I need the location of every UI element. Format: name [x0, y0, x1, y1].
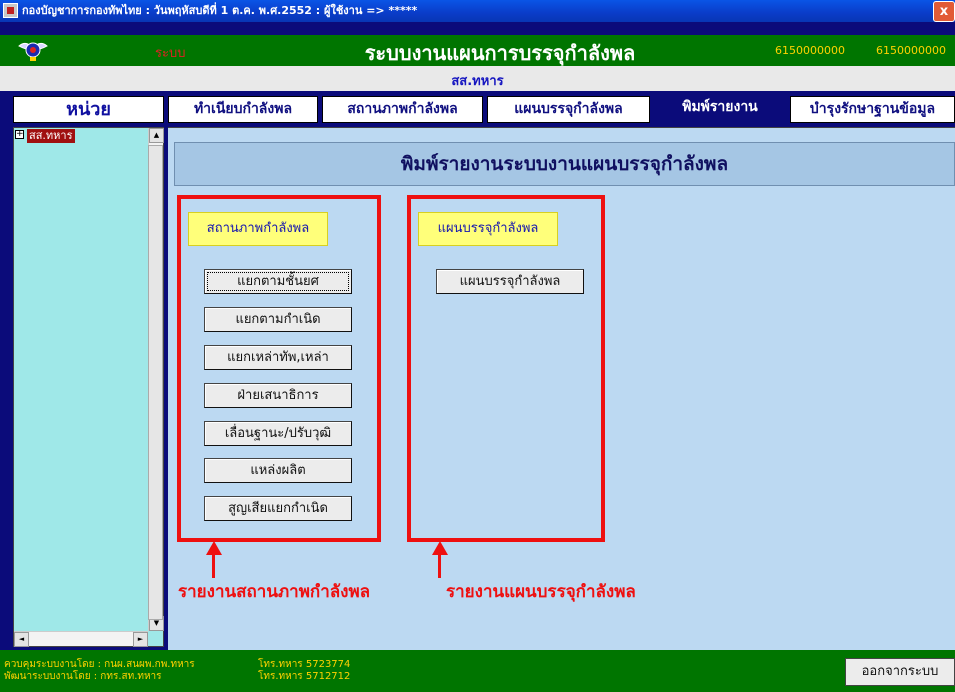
header-spacer	[0, 22, 955, 35]
report-panel-title: พิมพ์รายงานระบบงานแผนบรรจุกำลังพล	[174, 142, 955, 186]
scroll-left-icon[interactable]: ◄	[14, 632, 29, 647]
scroll-up-icon[interactable]: ▲	[149, 128, 164, 143]
unit-tree[interactable]	[13, 127, 164, 647]
header-number-1: 6150000000	[775, 44, 845, 57]
report-promotion-button[interactable]: เลื่อนฐานะ/ปรับวุฒิ	[204, 421, 352, 446]
tab-maintenance[interactable]: บำรุงรักษาฐานข้อมูล	[790, 96, 955, 123]
report-source-button[interactable]: แหล่งผลิต	[204, 458, 352, 483]
window-title: กองบัญชาการกองทัพไทย : วันพฤหัสบดีที่ 1 …	[22, 4, 418, 17]
sidebar-header: หน่วย	[13, 96, 164, 123]
report-by-service-branch-button[interactable]: แยกเหล่าทัพ,เหล่า	[204, 345, 352, 370]
footer-developer-phone: โทร.ทหาร 5712712	[258, 671, 351, 682]
report-staff-section-button[interactable]: ฝ่ายเสนาธิการ	[204, 383, 352, 408]
tree-item[interactable]: สส.ทหาร	[27, 129, 75, 143]
horizontal-scrollbar[interactable]: ◄ ►	[14, 631, 148, 647]
annotation-plan-report: รายงานแผนบรรจุกำลังพล	[446, 582, 636, 602]
plan-report-group	[407, 195, 605, 542]
exit-button[interactable]: ออกจากระบบ	[845, 658, 955, 686]
header-number-2: 6150000000	[876, 44, 946, 57]
tab-print-report[interactable]: พิมพ์รายงาน	[654, 96, 786, 123]
unit-name: สส.ทหาร	[451, 74, 504, 89]
scroll-right-icon[interactable]: ►	[133, 632, 148, 647]
report-by-origin-button[interactable]: แยกตามกำเนิด	[204, 307, 352, 332]
footer-owner: ควบคุมระบบงานโดย : กนผ.สนผพ.กพ.ทหาร	[4, 659, 195, 670]
app-icon[interactable]	[3, 3, 18, 18]
tree-expand-icon[interactable]: +	[15, 130, 24, 139]
header-red-tag: ระบบ	[155, 46, 186, 61]
plan-group-header: แผนบรรจุกำลังพล	[418, 212, 558, 246]
close-button[interactable]: x	[933, 1, 955, 22]
system-title: ระบบงานแผนการบรรจุกำลังพล	[364, 41, 636, 65]
tab-status[interactable]: สถานภาพกำลังพล	[322, 96, 483, 123]
tab-roster[interactable]: ทำเนียบกำลังพล	[168, 96, 318, 123]
report-loss-by-origin-button[interactable]: สูญเสียแยกกำเนิด	[204, 496, 352, 521]
footer-owner-phone: โทร.ทหาร 5723774	[258, 659, 351, 670]
scrollbar-thumb[interactable]	[148, 145, 163, 620]
status-group-header: สถานภาพกำลังพล	[188, 212, 328, 246]
arrow-shaft	[438, 553, 441, 578]
report-placement-plan-button[interactable]: แผนบรรจุกำลังพล	[436, 269, 584, 294]
annotation-status-report: รายงานสถานภาพกำลังพล	[178, 582, 371, 602]
arrow-shaft	[212, 553, 215, 578]
footer-developer: พัฒนาระบบงานโดย : กทร.สท.ทหาร	[4, 671, 162, 682]
emblem-icon	[18, 36, 48, 63]
tab-plan[interactable]: แผนบรรจุกำลังพล	[487, 96, 650, 123]
window-title-bar[interactable]: กองบัญชาการกองทัพไทย : วันพฤหัสบดีที่ 1 …	[0, 0, 955, 22]
report-by-rank-button[interactable]: แยกตามชั้นยศ	[204, 269, 352, 294]
